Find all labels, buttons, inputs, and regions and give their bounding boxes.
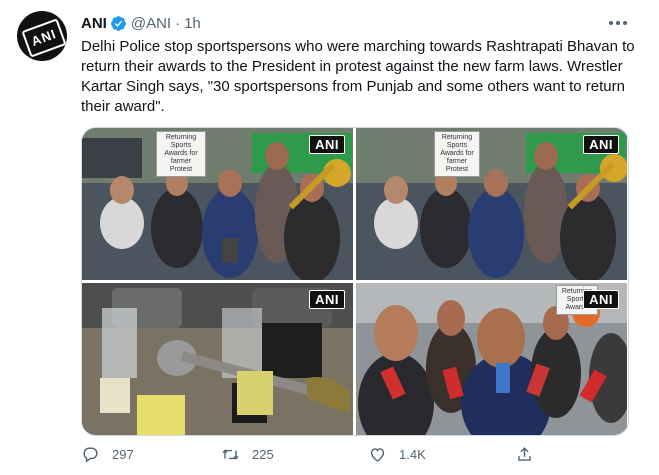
- photo-2[interactable]: Returning Sports Awards for farmer Prote…: [356, 128, 627, 280]
- placard: Returning Sports Awards for farmer Prote…: [156, 131, 206, 177]
- separator-dot: ·: [175, 14, 181, 32]
- retweet-icon: [222, 449, 239, 459]
- like-count: 1.4K: [399, 446, 426, 462]
- retweet-count: 225: [252, 446, 274, 462]
- more-icon[interactable]: [606, 13, 630, 33]
- retweet-button[interactable]: 225: [221, 443, 274, 465]
- reply-count: 297: [112, 446, 134, 462]
- verified-icon: [110, 15, 126, 31]
- share-icon: [518, 446, 531, 461]
- ani-watermark: ANI: [583, 135, 619, 154]
- placard: Returning Sports Awards for farmer Prote…: [434, 131, 480, 177]
- ani-logo: ANI: [21, 18, 67, 58]
- reply-icon: [83, 446, 98, 463]
- avatar[interactable]: ANI: [17, 11, 67, 61]
- like-button[interactable]: 1.4K: [368, 443, 426, 465]
- tweet-header: ANI @ANI · 1h: [81, 13, 201, 33]
- ani-watermark: ANI: [309, 290, 345, 309]
- author-handle[interactable]: @ANI: [131, 15, 171, 32]
- photo-1[interactable]: Returning Sports Awards for farmer Prote…: [82, 128, 353, 280]
- photo-3[interactable]: ANI: [82, 283, 353, 435]
- ani-watermark: ANI: [583, 290, 619, 309]
- tweet-time[interactable]: 1h: [184, 15, 201, 32]
- share-button[interactable]: [515, 443, 546, 465]
- photo-4[interactable]: Returning Sports Awards ANI: [356, 283, 627, 435]
- author-name[interactable]: ANI: [81, 15, 107, 32]
- tweet-actions: 297 225 1.4K: [81, 443, 641, 465]
- media-grid: Returning Sports Awards for farmer Prote…: [81, 127, 629, 436]
- ani-watermark: ANI: [309, 135, 345, 154]
- like-icon: [370, 447, 385, 462]
- tweet-text: Delhi Police stop sportspersons who were…: [81, 38, 635, 115]
- reply-button[interactable]: 297: [81, 443, 134, 465]
- tweet-card[interactable]: ANI ANI @ANI · 1h Delhi Police stop spor…: [0, 0, 659, 475]
